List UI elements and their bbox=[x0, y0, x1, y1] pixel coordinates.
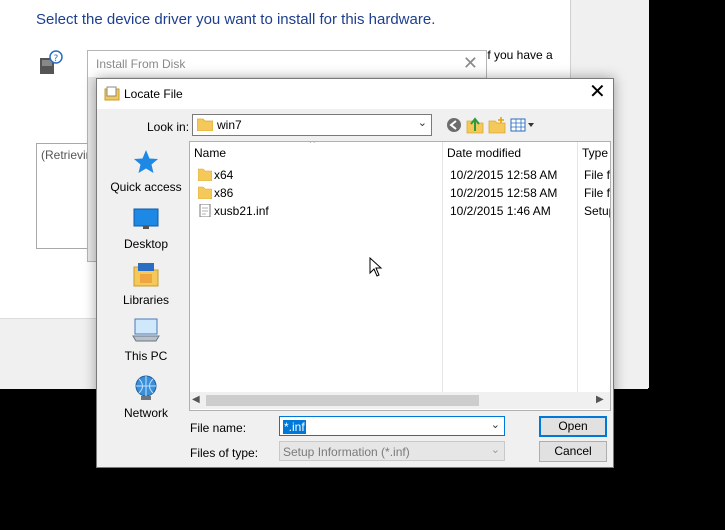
star-icon bbox=[134, 150, 158, 173]
look-in-dropdown[interactable]: win7 ⌄ bbox=[192, 114, 432, 136]
look-in-label: Look in: bbox=[147, 120, 190, 134]
cancel-button[interactable]: Cancel bbox=[539, 441, 607, 462]
place-this-pc[interactable]: This PC bbox=[105, 316, 187, 368]
place-libraries[interactable]: Libraries bbox=[105, 260, 187, 312]
file-name: xusb21.inf bbox=[214, 204, 269, 218]
desktop-icon bbox=[133, 208, 159, 229]
hardware-help-icon: ? bbox=[40, 50, 63, 74]
wizard-heading: Select the device driver you want to ins… bbox=[36, 11, 436, 28]
file-name: x86 bbox=[214, 186, 234, 200]
open-button[interactable]: Open bbox=[539, 416, 607, 437]
file-name-value: *.inf bbox=[283, 420, 306, 434]
scroll-left-icon[interactable]: ◀ bbox=[192, 394, 200, 405]
place-quick-access[interactable]: Quick access bbox=[105, 147, 187, 199]
chevron-down-icon: ⌄ bbox=[490, 444, 500, 456]
libraries-icon bbox=[133, 263, 159, 287]
file-date: 10/2/2015 12:58 AM bbox=[450, 186, 558, 200]
file-type: File fo bbox=[584, 186, 611, 200]
place-label: Libraries bbox=[122, 293, 170, 307]
back-button[interactable] bbox=[444, 115, 464, 135]
inf-file-icon bbox=[199, 204, 211, 217]
column-header-date[interactable]: Date modified bbox=[442, 142, 577, 164]
file-date: 10/2/2015 12:58 AM bbox=[450, 168, 558, 182]
file-date: 10/2/2015 1:46 AM bbox=[450, 204, 551, 218]
close-icon[interactable]: ✕ bbox=[589, 82, 606, 102]
locate-file-dialog: Locate File ✕ Look in: win7 ⌄ Quick acce… bbox=[96, 78, 614, 468]
place-network[interactable]: Network bbox=[105, 373, 187, 425]
files-of-type-label: Files of type: bbox=[190, 446, 259, 460]
view-grid-icon bbox=[510, 118, 534, 132]
place-desktop[interactable]: Desktop bbox=[105, 204, 187, 256]
file-type: Setup bbox=[584, 204, 610, 218]
install-from-disk-title: Install From Disk bbox=[96, 57, 186, 71]
place-label: This PC bbox=[124, 349, 168, 363]
files-of-type-dropdown[interactable]: Setup Information (*.inf) ⌄ bbox=[279, 441, 505, 461]
place-label: Quick access bbox=[110, 180, 182, 194]
file-row-xusb21-inf[interactable]: xusb21.inf 10/2/2015 1:46 AM Setup bbox=[190, 202, 610, 220]
install-from-disk-body bbox=[88, 77, 96, 261]
mouse-cursor-icon bbox=[369, 257, 383, 277]
chevron-down-icon: ⌄ bbox=[417, 117, 427, 129]
file-name-label: File name: bbox=[190, 421, 247, 435]
driver-list-status: (Retrievin bbox=[41, 148, 93, 162]
scroll-right-icon[interactable]: ▶ bbox=[596, 394, 604, 405]
up-one-level-button[interactable] bbox=[465, 115, 485, 135]
column-header-type[interactable]: Type bbox=[577, 142, 610, 164]
file-name: x64 bbox=[214, 168, 234, 182]
places-bar: Quick access Desktop Libraries This PC N… bbox=[105, 141, 187, 461]
network-icon bbox=[135, 375, 157, 400]
dialog-icon bbox=[104, 86, 120, 101]
column-header-name[interactable]: Name bbox=[190, 142, 442, 164]
locate-file-titlebar: Locate File ✕ bbox=[97, 79, 613, 109]
svg-text:?: ? bbox=[54, 54, 59, 64]
locate-file-title: Locate File bbox=[124, 87, 183, 101]
file-row-x64[interactable]: x64 10/2/2015 12:58 AM File fo bbox=[190, 166, 610, 184]
folder-icon bbox=[198, 168, 212, 181]
folder-icon bbox=[197, 118, 213, 131]
place-label: Network bbox=[123, 406, 168, 420]
look-in-value: win7 bbox=[217, 118, 242, 132]
up-folder-icon bbox=[466, 117, 484, 134]
scrollbar-thumb[interactable] bbox=[206, 395, 479, 406]
back-arrow-icon bbox=[447, 118, 461, 132]
new-folder-icon bbox=[488, 117, 506, 134]
file-type: File fo bbox=[584, 168, 611, 182]
file-list[interactable]: ^ Name Date modified Type x64 10/2/2015 … bbox=[189, 141, 611, 411]
install-from-disk-titlebar: Install From Disk ✕ bbox=[88, 51, 486, 77]
view-menu-button[interactable] bbox=[509, 115, 537, 135]
file-row-x86[interactable]: x86 10/2/2015 12:58 AM File fo bbox=[190, 184, 610, 202]
folder-icon bbox=[198, 186, 212, 199]
wizard-side-text: If you have a bbox=[484, 48, 553, 62]
new-folder-button[interactable] bbox=[487, 115, 507, 135]
computer-icon bbox=[132, 318, 160, 342]
place-label: Desktop bbox=[123, 237, 169, 251]
files-of-type-value: Setup Information (*.inf) bbox=[283, 445, 410, 459]
close-icon[interactable]: ✕ bbox=[463, 53, 478, 74]
horizontal-scrollbar[interactable]: ◀ ▶ bbox=[190, 392, 610, 409]
file-name-input[interactable]: *.inf ⌄ bbox=[279, 416, 505, 436]
chevron-down-icon[interactable]: ⌄ bbox=[491, 418, 500, 431]
